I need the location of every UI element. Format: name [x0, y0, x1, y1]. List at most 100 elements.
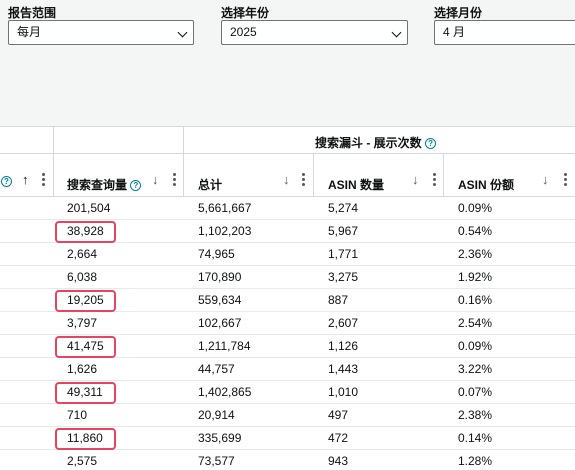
year-select[interactable]: 2025	[221, 20, 408, 45]
asin-count-cell: 1,126	[328, 339, 359, 353]
asin-share-cell: 2.54%	[458, 316, 493, 330]
chevron-down-icon	[391, 27, 402, 38]
report-range-label: 报告范围	[8, 6, 57, 20]
column-divider	[183, 127, 184, 197]
help-icon[interactable]: ?	[1, 176, 12, 187]
asin-share-cell: 0.54%	[458, 224, 493, 238]
sort-up-icon[interactable]: ↑	[22, 172, 29, 187]
asin-count-cell: 1,443	[328, 362, 359, 376]
asin-share-cell: 0.07%	[458, 385, 493, 399]
asin-share-cell: 3.22%	[458, 362, 493, 376]
search-query-volume-cell: 3,797	[67, 316, 98, 330]
total-impressions-cell: 1,211,784	[198, 339, 251, 353]
total-impressions-cell: 170,890	[198, 270, 242, 284]
asin-count-cell: 2,607	[328, 316, 359, 330]
report-range-value: 每月	[17, 25, 42, 39]
year-value: 2025	[230, 25, 257, 39]
sort-down-icon[interactable]: ↓	[152, 172, 159, 187]
asin-count-cell: 1,771	[328, 247, 359, 261]
table-row: 1,626 44,757 1,443 3.22%	[0, 358, 575, 381]
year-label: 选择年份	[221, 6, 270, 20]
total-impressions-cell: 559,634	[198, 293, 242, 307]
report-range-select[interactable]: 每月	[8, 20, 194, 45]
search-query-volume-cell: 19,205	[67, 293, 104, 307]
total-impressions-cell: 73,577	[198, 454, 235, 468]
total-impressions-cell: 335,699	[198, 431, 242, 445]
sort-down-icon[interactable]: ↓	[542, 172, 549, 187]
column-header-search-query-volume[interactable]: 搜索查询量 ?	[67, 176, 142, 193]
asin-count-cell: 887	[328, 293, 349, 307]
column-divider	[443, 154, 444, 197]
asin-share-cell: 1.28%	[458, 454, 493, 468]
asin-share-cell: 2.38%	[458, 408, 493, 422]
month-value: 4 月	[443, 25, 466, 39]
column-header-asin-count[interactable]: ASIN 数量	[328, 176, 384, 193]
group-title-text: 搜索漏斗 - 展示次数	[315, 136, 422, 150]
asin-share-cell: 1.92%	[458, 270, 493, 284]
table-row: 2,575 73,577 943 1.28%	[0, 450, 575, 470]
column-menu-icon[interactable]	[173, 173, 176, 186]
search-query-volume-cell: 201,504	[67, 201, 111, 215]
search-query-volume-cell: 49,311	[67, 385, 103, 399]
search-query-volume-cell: 2,664	[67, 247, 98, 261]
column-menu-icon[interactable]	[433, 173, 436, 186]
column-menu-icon[interactable]	[302, 173, 305, 186]
total-impressions-cell: 20,914	[198, 408, 235, 422]
table-row: 201,504 5,661,667 5,274 0.09%	[0, 197, 575, 220]
sort-down-icon[interactable]: ↓	[412, 172, 419, 187]
search-query-volume-cell: 11,860	[67, 431, 103, 445]
table-row: 710 20,914 497 2.38%	[0, 404, 575, 427]
table-row: 38,928 1,102,203 5,967 0.54%	[0, 220, 575, 243]
total-impressions-cell: 5,661,667	[198, 201, 252, 215]
year-filter: 选择年份	[221, 6, 269, 20]
asin-share-cell: 0.09%	[458, 201, 493, 215]
total-impressions-cell: 1,102,203	[198, 224, 252, 238]
asin-share-cell: 0.16%	[458, 293, 493, 307]
search-query-volume-cell: 38,928	[67, 224, 104, 238]
asin-count-cell: 943	[328, 454, 349, 468]
column-menu-icon[interactable]	[42, 173, 45, 186]
total-impressions-cell: 74,965	[198, 247, 235, 261]
table-row: 11,860 335,699 472 0.14%	[0, 427, 575, 450]
table-group-header: 搜索漏斗 - 展示次数 ?	[0, 127, 575, 154]
table-row: 49,311 1,402,865 1,010 0.07%	[0, 381, 575, 404]
asin-count-cell: 1,010	[328, 385, 359, 399]
search-query-table: 搜索漏斗 - 展示次数 ? ? ↑ 搜索查询量 ? ↓ 总计 ↓ ASIN 数量…	[0, 127, 575, 470]
help-icon[interactable]: ?	[425, 138, 437, 150]
filter-panel: 报告范围 每月 选择年份 2025 选择月份 4 月	[0, 0, 575, 127]
search-query-volume-cell: 1,626	[67, 362, 98, 376]
asin-count-cell: 5,967	[328, 224, 359, 238]
report-range-filter: 报告范围	[8, 6, 56, 20]
table-row: 2,664 74,965 1,771 2.36%	[0, 243, 575, 266]
asin-share-cell: 2.36%	[458, 247, 493, 261]
chevron-down-icon	[177, 27, 188, 38]
table-row: 3,797 102,667 2,607 2.54%	[0, 312, 575, 335]
total-impressions-cell: 1,402,865	[198, 385, 252, 399]
search-query-volume-label: 搜索查询量	[67, 178, 128, 192]
month-filter: 选择月份	[434, 6, 482, 20]
month-select[interactable]: 4 月	[434, 20, 575, 45]
table-row: 6,038 170,890 3,275 1.92%	[0, 266, 575, 289]
column-header-asin-share[interactable]: ASIN 份额	[458, 176, 514, 193]
table-row: 19,205 559,634 887 0.16%	[0, 289, 575, 312]
asin-count-cell: 3,275	[328, 270, 359, 284]
search-query-volume-cell: 710	[67, 408, 88, 422]
column-divider	[53, 127, 54, 197]
total-impressions-cell: 44,757	[198, 362, 235, 376]
asin-count-cell: 497	[328, 408, 349, 422]
asin-count-cell: 472	[328, 431, 349, 445]
asin-count-cell: 5,274	[328, 201, 359, 215]
help-icon[interactable]: ?	[130, 180, 142, 192]
month-label: 选择月份	[434, 6, 483, 20]
column-divider	[313, 154, 314, 197]
search-query-volume-cell: 6,038	[67, 270, 98, 284]
search-query-volume-cell: 2,575	[67, 454, 98, 468]
column-header-total[interactable]: 总计	[198, 176, 222, 193]
table-row: 41,475 1,211,784 1,126 0.09%	[0, 335, 575, 358]
asin-share-cell: 0.14%	[458, 431, 493, 445]
column-menu-icon[interactable]	[564, 173, 567, 186]
search-query-volume-cell: 41,475	[67, 339, 104, 353]
sort-down-icon[interactable]: ↓	[283, 172, 290, 187]
funnel-impressions-title: 搜索漏斗 - 展示次数 ?	[315, 134, 437, 151]
asin-share-cell: 0.09%	[458, 339, 493, 353]
